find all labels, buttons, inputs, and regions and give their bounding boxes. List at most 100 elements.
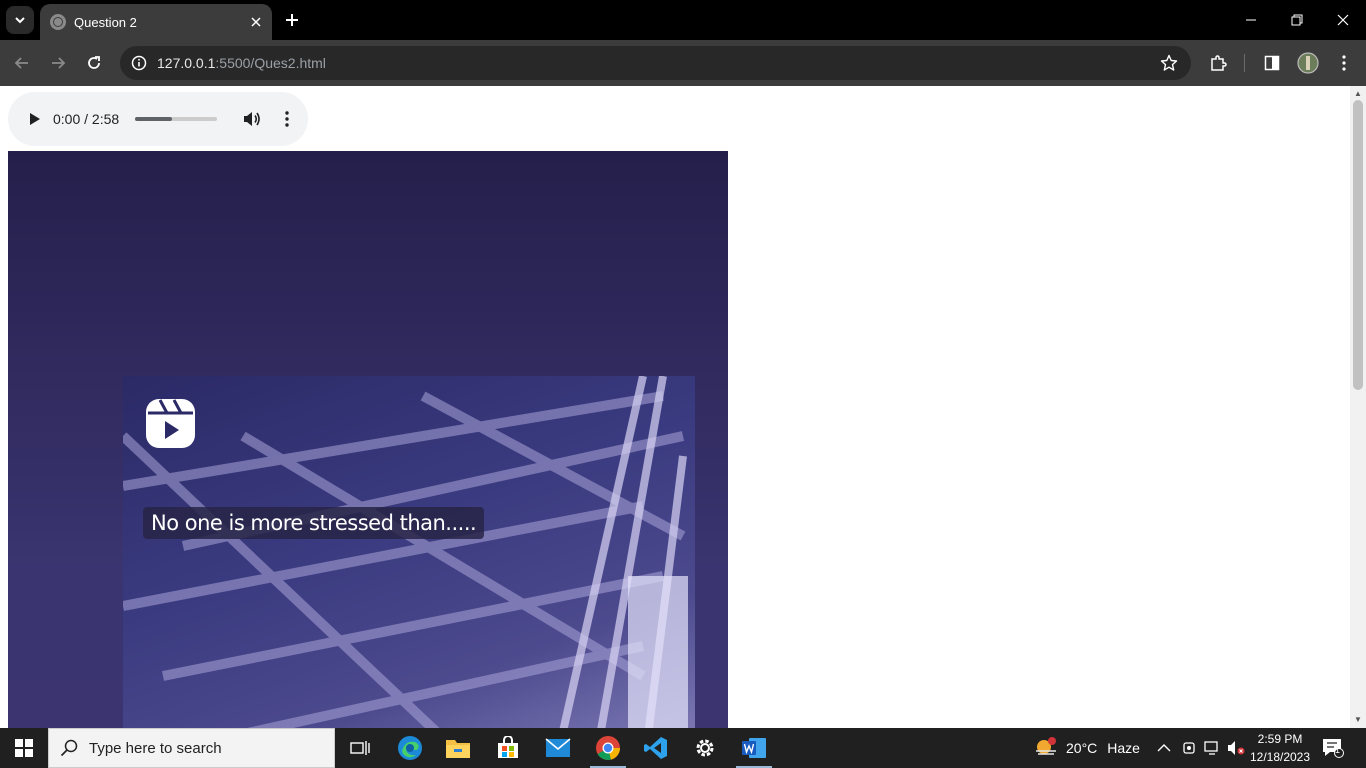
tray-device-button[interactable] [1182,728,1196,768]
volume-icon [244,112,260,126]
audio-options-button[interactable] [275,104,299,134]
reload-button[interactable] [80,49,108,77]
active-tab[interactable]: Question 2 [40,4,272,40]
scroll-up-arrow[interactable]: ▲ [1354,90,1362,98]
minimize-icon [1246,19,1256,21]
bookmark-button[interactable] [1157,51,1181,75]
word-icon [742,738,766,758]
tab-close-button[interactable] [246,12,266,32]
store-icon [498,736,518,758]
notification-icon [1323,739,1344,758]
close-window-button[interactable] [1320,0,1366,40]
browser-menu-button[interactable] [1332,51,1356,75]
volume-button[interactable] [237,104,267,134]
mail-app[interactable] [534,728,582,768]
plus-icon [286,14,298,26]
microsoft-store-app[interactable] [484,728,532,768]
video-scene-image [123,376,688,728]
chrome-icon [596,736,620,760]
edge-icon [398,736,422,760]
audio-player[interactable]: 0:00 / 2:58 [8,92,308,146]
avatar-icon [1297,52,1319,74]
device-icon [1183,742,1195,754]
tab-search-button[interactable] [6,6,34,34]
scrollbar-thumb[interactable] [1353,100,1363,390]
site-info-button[interactable] [126,50,152,76]
info-icon [131,55,147,71]
file-explorer-app[interactable] [434,728,482,768]
notification-count: 1 [1335,745,1341,755]
toolbar-separator [1244,54,1245,72]
play-button[interactable] [20,104,50,134]
page-scrollbar[interactable]: ▲ ▼ [1350,86,1366,728]
weather-condition: Haze [1107,740,1140,756]
mail-icon [545,738,571,757]
weather-temp: 20°C [1066,740,1098,756]
chevron-up-icon [1157,744,1171,752]
arrow-left-icon [14,57,28,69]
minimize-button[interactable] [1228,0,1274,40]
audio-seek-slider[interactable] [135,117,217,121]
forward-button[interactable] [44,49,72,77]
video-player[interactable]: No one is more stressed than..... [8,151,728,728]
clock-date: 12/18/2023 [1249,750,1311,764]
notifications-button[interactable]: 1 [1322,728,1344,768]
address-bar[interactable]: 127.0.0.1:5500/Ques2.html [120,46,1191,80]
side-panel-button[interactable] [1260,51,1284,75]
globe-icon [50,14,66,30]
puzzle-icon [1211,55,1227,71]
video-caption: No one is more stressed than..... [143,507,485,539]
tab-strip: Question 2 [0,0,1366,40]
more-vertical-icon [285,111,289,127]
close-icon [1337,14,1349,26]
taskbar-search[interactable]: Type here to search [48,728,335,768]
word-app[interactable] [730,728,778,768]
search-icon [59,738,79,758]
play-icon [30,113,40,125]
star-icon [1160,54,1178,71]
start-button[interactable] [0,728,48,768]
network-icon [1204,741,1218,755]
url-text[interactable]: 127.0.0.1:5500/Ques2.html [157,55,326,71]
task-view-button[interactable] [336,728,384,768]
profile-button[interactable] [1296,51,1320,75]
video-frame: No one is more stressed than..... [123,376,695,728]
gear-icon [696,739,714,757]
weather-widget[interactable]: 20°C Haze [1034,728,1140,768]
tab-title: Question 2 [74,14,137,30]
restore-button[interactable] [1274,0,1320,40]
folder-icon [446,740,470,758]
extensions-button[interactable] [1206,51,1230,75]
scroll-down-arrow[interactable]: ▼ [1354,716,1362,724]
weather-haze-icon [1036,737,1056,755]
network-button[interactable] [1204,728,1222,768]
chrome-app[interactable] [584,728,632,768]
volume-tray-button[interactable] [1227,728,1245,768]
taskbar: Type here to search 20°C Haze 2:59 PM 12… [0,728,1366,768]
task-view-icon [350,741,370,755]
edge-app[interactable] [386,728,434,768]
volume-muted-icon [1228,741,1245,755]
search-placeholder: Type here to search [89,739,222,757]
side-panel-icon [1264,55,1280,71]
arrow-right-icon [52,57,66,69]
reload-icon [88,56,100,69]
more-vertical-icon [1342,55,1346,71]
vscode-app[interactable] [632,728,680,768]
url-host: 127.0.0.1 [157,55,216,71]
restore-icon [1291,14,1303,26]
url-path: :5500/Ques2.html [215,55,326,71]
audio-seek-fill [135,117,172,121]
browser-toolbar: 127.0.0.1:5500/Ques2.html [0,40,1366,86]
settings-app[interactable] [681,728,729,768]
close-icon [251,17,261,27]
show-hidden-icons-button[interactable] [1157,728,1171,768]
audio-time: 0:00 / 2:58 [53,111,120,127]
taskbar-clock[interactable]: 2:59 PM 12/18/2023 [1248,730,1312,766]
vscode-icon [644,737,667,759]
back-button[interactable] [8,49,36,77]
chevron-down-icon [15,17,25,24]
reels-icon [146,399,195,448]
new-tab-button[interactable] [280,8,304,32]
windows-icon [15,739,33,757]
